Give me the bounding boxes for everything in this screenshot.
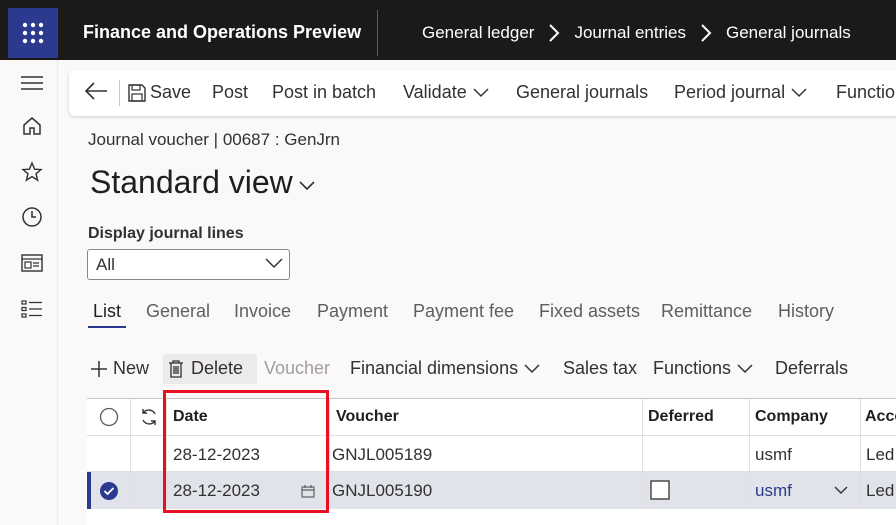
chevron-down-icon	[737, 363, 753, 373]
refresh-icon	[142, 409, 156, 425]
company-link[interactable]: usmf	[755, 481, 792, 500]
post-in-batch-button[interactable]: Post in batch	[272, 82, 376, 103]
new-label: New	[113, 358, 150, 378]
validate-menu[interactable]: Validate	[403, 82, 489, 103]
tab-general[interactable]: General	[146, 301, 210, 322]
action-pane: Save Post Post in batch Validate General…	[69, 70, 896, 116]
account-cell[interactable]: Led	[861, 436, 896, 471]
chevron-down-icon	[473, 87, 489, 97]
top-divider	[377, 10, 378, 56]
company-cell[interactable]: usmf	[750, 472, 861, 509]
date-cell[interactable]: 28-12-2023	[167, 472, 330, 509]
chevron-down-icon	[265, 258, 283, 269]
chevron-down-icon	[524, 363, 540, 373]
calendar-icon[interactable]	[301, 485, 315, 498]
back-button[interactable]	[83, 80, 109, 102]
tab-payment[interactable]: Payment	[317, 301, 388, 322]
breadcrumb-journal-entries[interactable]: Journal entries	[574, 23, 686, 43]
deferred-cell[interactable]	[643, 472, 750, 509]
refresh-column[interactable]	[131, 399, 167, 435]
waffle-icon	[22, 22, 44, 44]
table-row-selected[interactable]: 28-12-2023 GNJL005190 usmf Led	[87, 471, 896, 509]
column-header-deferred[interactable]: Deferred	[643, 399, 750, 435]
company-cell[interactable]: usmf	[750, 436, 861, 471]
breadcrumb: General ledger Journal entries General j…	[422, 23, 851, 43]
voucher-cell[interactable]: GNJL005190	[330, 472, 643, 509]
column-header-company[interactable]: Company	[750, 399, 861, 435]
chevron-right-icon	[548, 23, 560, 43]
recent-clock-icon[interactable]	[19, 204, 45, 230]
app-launcher-button[interactable]	[8, 8, 58, 58]
workspaces-icon[interactable]	[19, 250, 45, 276]
delete-button[interactable]: Delete	[168, 358, 243, 379]
tab-invoice[interactable]: Invoice	[234, 301, 291, 322]
financial-dimensions-label: Financial dimensions	[350, 358, 519, 378]
display-journal-lines-value: All	[96, 255, 115, 274]
delete-label: Delete	[191, 358, 244, 378]
functions-grid-menu[interactable]: Functions	[653, 358, 753, 379]
select-all-radio-icon	[99, 407, 119, 427]
voucher-button[interactable]: Voucher	[264, 358, 330, 379]
back-arrow-icon	[84, 82, 107, 100]
journal-lines-grid: Date Voucher Deferred Company Acco 28-12…	[87, 398, 896, 525]
tab-payment-fee[interactable]: Payment fee	[413, 301, 514, 322]
save-icon	[128, 83, 146, 102]
chevron-down-icon	[299, 180, 315, 190]
column-header-date[interactable]: Date	[167, 399, 330, 435]
display-journal-lines-label: Display journal lines	[88, 225, 244, 242]
tab-fixed-assets[interactable]: Fixed assets	[539, 301, 640, 322]
top-bar: Finance and Operations Preview General l…	[0, 0, 896, 60]
period-journal-menu[interactable]: Period journal	[674, 82, 807, 103]
checkmark-circle-icon	[100, 482, 118, 500]
deferrals-button[interactable]: Deferrals	[775, 358, 848, 379]
voucher-cell[interactable]: GNJL005189	[330, 436, 643, 471]
date-value: 28-12-2023	[173, 481, 260, 500]
plus-icon	[91, 360, 107, 377]
journal-voucher-caption: Journal voucher | 00687 : GenJrn	[88, 130, 341, 149]
trash-icon	[169, 360, 183, 378]
breadcrumb-general-journals[interactable]: General journals	[726, 23, 851, 43]
tab-history[interactable]: History	[778, 301, 834, 322]
hamburger-menu-icon[interactable]	[19, 70, 45, 96]
view-selector[interactable]: Standard view	[90, 164, 315, 201]
sales-tax-button[interactable]: Sales tax	[563, 358, 637, 379]
display-journal-lines-select[interactable]: All	[87, 249, 290, 280]
save-button[interactable]: Save	[127, 82, 191, 103]
breadcrumb-general-ledger[interactable]: General ledger	[422, 23, 534, 43]
app-title[interactable]: Finance and Operations Preview	[83, 22, 361, 43]
home-icon[interactable]	[19, 113, 45, 139]
tab-list[interactable]: List	[93, 301, 121, 322]
save-label: Save	[150, 82, 192, 102]
new-button[interactable]: New	[90, 358, 149, 379]
period-journal-label: Period journal	[674, 82, 786, 102]
tab-remittance[interactable]: Remittance	[661, 301, 752, 322]
modules-list-icon[interactable]	[19, 296, 45, 322]
validate-label: Validate	[403, 82, 467, 102]
row-spacer-cell	[131, 436, 167, 471]
row-spacer-cell	[131, 472, 167, 509]
left-navigation	[0, 60, 58, 525]
row-select-cell[interactable]	[87, 472, 131, 509]
favorites-star-icon[interactable]	[19, 159, 45, 185]
column-header-voucher[interactable]: Voucher	[330, 399, 643, 435]
chevron-right-icon	[700, 23, 712, 43]
financial-dimensions-menu[interactable]: Financial dimensions	[350, 358, 540, 379]
chevron-down-icon	[791, 87, 807, 97]
functions-label: Functions	[653, 358, 732, 378]
column-header-account[interactable]: Acco	[861, 399, 896, 435]
deferred-cell	[643, 436, 750, 471]
account-cell[interactable]: Led	[861, 472, 896, 509]
row-select-cell[interactable]	[87, 436, 131, 471]
page-title: Standard view	[90, 164, 293, 200]
general-journals-button[interactable]: General journals	[516, 82, 648, 103]
table-row[interactable]: 28-12-2023 GNJL005189 usmf Led	[87, 435, 896, 471]
active-tab-indicator	[88, 326, 126, 328]
chevron-down-icon[interactable]	[834, 486, 848, 495]
select-all-column[interactable]	[87, 399, 131, 435]
date-cell[interactable]: 28-12-2023	[167, 436, 330, 471]
post-button[interactable]: Post	[212, 82, 248, 103]
deferred-checkbox[interactable]	[650, 480, 670, 500]
functions-menu[interactable]: Functio	[836, 82, 895, 103]
action-divider	[119, 80, 120, 106]
